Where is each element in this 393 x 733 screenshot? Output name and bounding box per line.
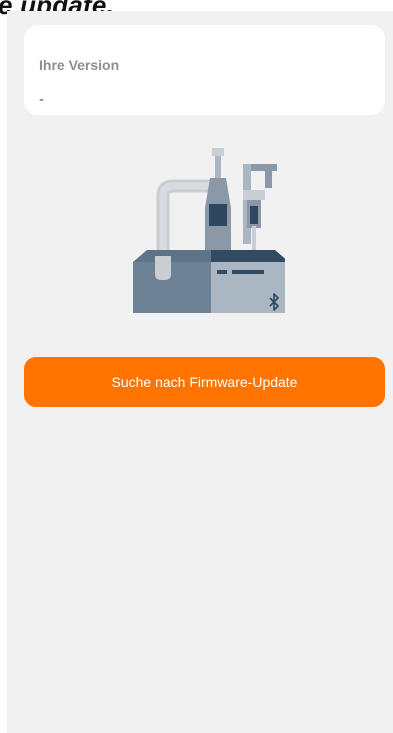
version-card: Ihre Version - [24,25,385,115]
page: e update. Ihre Version - Suche nach Firm… [0,0,393,733]
machine-left-block [133,262,211,322]
device-illustration [125,148,289,322]
version-label: Ihre Version [39,57,120,73]
probe-top [243,190,265,200]
version-value: - [39,91,44,108]
firmware-screen: Ihre Version - Suche nach Firmware-Updat… [7,11,393,733]
search-firmware-update-button[interactable]: Suche nach Firmware-Update [24,357,385,407]
